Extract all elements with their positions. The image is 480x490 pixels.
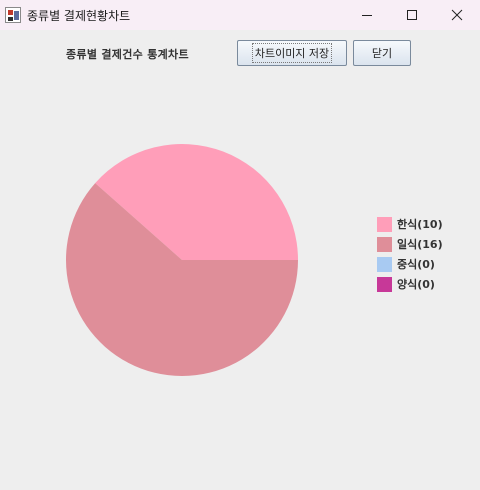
legend-swatch: [377, 236, 392, 252]
legend-item: 중식(0): [377, 254, 443, 274]
legend-swatch: [377, 276, 392, 292]
legend-label: 중식(0): [397, 258, 435, 271]
legend-label: 일식(16): [397, 238, 443, 251]
legend-label: 한식(10): [397, 218, 443, 231]
legend-item: 일식(16): [377, 234, 443, 254]
legend-item: 한식(10): [377, 214, 443, 234]
legend-label: 양식(0): [397, 278, 435, 291]
legend-swatch: [377, 256, 392, 272]
legend-swatch: [377, 216, 392, 232]
chart-legend: 한식(10) 일식(16) 중식(0) 양식(0): [377, 214, 443, 294]
legend-item: 양식(0): [377, 274, 443, 294]
